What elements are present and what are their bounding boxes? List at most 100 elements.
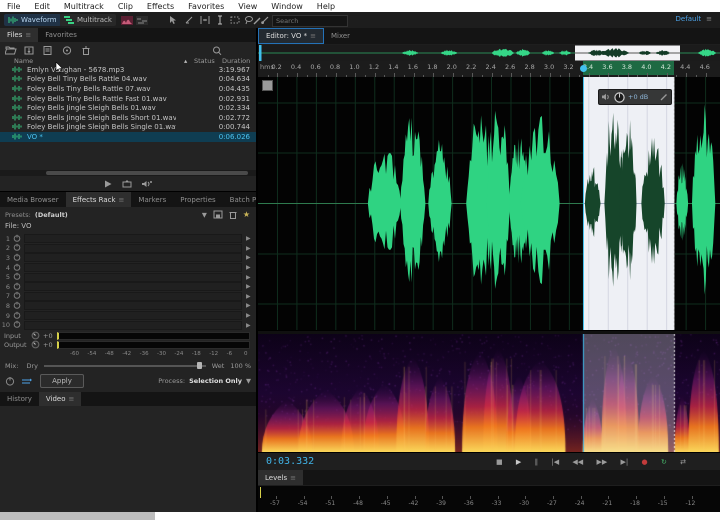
slot-bar[interactable] [24, 321, 242, 330]
menu-favorites[interactable]: Favorites [181, 2, 231, 11]
extract-audio-icon[interactable] [62, 46, 74, 55]
file-row[interactable]: VO *0:06.026 [0, 132, 256, 142]
slot-power-icon[interactable] [13, 253, 21, 263]
tab-levels[interactable]: Levels≡ [258, 470, 303, 485]
save-preset-icon[interactable] [213, 210, 223, 219]
slot-power-icon[interactable] [13, 263, 21, 273]
skip-forward-button[interactable]: ▶| [621, 458, 629, 466]
fast-forward-button[interactable]: ▶▶ [596, 458, 607, 466]
slot-arrow-icon[interactable]: ▶ [246, 235, 256, 242]
menu-window[interactable]: Window [264, 2, 310, 11]
auto-play-speaker-icon[interactable] [142, 180, 153, 188]
slot-bar[interactable] [24, 273, 242, 282]
panel-menu-icon[interactable]: ≡ [706, 15, 712, 23]
column-duration[interactable]: Duration [222, 57, 250, 65]
record-button[interactable]: ● [642, 458, 648, 466]
slot-bar[interactable] [24, 292, 242, 301]
delete-preset-icon[interactable] [228, 210, 238, 219]
tab-history[interactable]: History [0, 392, 39, 406]
slot-power-icon[interactable] [13, 320, 21, 330]
files-column-header[interactable]: Name ▴ Status Duration [0, 57, 256, 64]
tab-favorites[interactable]: Favorites [38, 28, 84, 42]
column-name[interactable]: Name [14, 57, 33, 65]
multitrack-view-button[interactable]: Multitrack [60, 14, 116, 26]
play-button[interactable]: ▶ [516, 458, 521, 466]
razor-tool-icon[interactable] [182, 15, 195, 25]
slot-bar[interactable] [24, 263, 242, 272]
volume-hud[interactable]: +0 dB [598, 89, 672, 105]
tab-properties[interactable]: Properties [173, 192, 222, 207]
slip-tool-icon[interactable] [198, 15, 211, 25]
spectral-pitch-display-icon[interactable] [135, 15, 148, 25]
slot-arrow-icon[interactable]: ▶ [246, 283, 256, 290]
slot-bar[interactable] [24, 244, 242, 253]
panel-menu-icon[interactable]: ≡ [310, 32, 316, 40]
panel-menu-icon[interactable]: ≡ [119, 196, 125, 204]
effect-slot[interactable]: 1▶ [0, 234, 256, 244]
scrollbar-thumb[interactable] [46, 171, 248, 175]
slot-power-icon[interactable] [13, 291, 21, 301]
move-tool-icon[interactable] [166, 15, 179, 25]
mix-slider[interactable] [44, 365, 206, 367]
panel-menu-icon[interactable]: ≡ [25, 31, 31, 39]
slot-arrow-icon[interactable]: ▶ [246, 293, 256, 300]
delete-icon[interactable] [81, 46, 93, 55]
effect-slot[interactable]: 6▶ [0, 282, 256, 292]
skip-back-button[interactable]: |◀ [551, 458, 559, 466]
waveform-view-button[interactable]: Waveform [4, 14, 61, 26]
slot-bar[interactable] [24, 234, 242, 243]
effect-slot[interactable]: 7▶ [0, 292, 256, 302]
menu-effects[interactable]: Effects [140, 2, 181, 11]
slot-power-icon[interactable] [13, 243, 21, 253]
slot-bar[interactable] [24, 311, 242, 320]
slot-arrow-icon[interactable]: ▶ [246, 274, 256, 281]
import-file-icon[interactable] [24, 46, 36, 55]
file-row[interactable]: Foley Bells Tiny Bells Rattle Fast 01.wa… [0, 94, 256, 104]
file-row[interactable]: Foley Bells Jingle Sleigh Bells Single 0… [0, 123, 256, 133]
slot-bar[interactable] [24, 282, 242, 291]
sort-indicator-icon[interactable]: ▴ [184, 57, 187, 65]
slot-power-icon[interactable] [13, 311, 21, 321]
search-input[interactable] [272, 15, 348, 27]
slot-arrow-icon[interactable]: ▶ [246, 264, 256, 271]
panel-menu-icon[interactable]: ≡ [69, 395, 75, 403]
menu-clip[interactable]: Clip [111, 2, 140, 11]
mix-slider-handle[interactable] [197, 362, 202, 369]
tab-editor-vo[interactable]: Editor: VO *≡ [258, 28, 324, 44]
paintbrush-tool-icon[interactable] [258, 15, 271, 25]
file-row[interactable]: Foley Bells Jingle Sleigh Bells Short 01… [0, 113, 256, 123]
stop-button[interactable]: ■ [496, 458, 503, 466]
tab-mixer[interactable]: Mixer [324, 28, 357, 44]
files-hscrollbar[interactable] [0, 170, 256, 176]
pause-button[interactable]: ∥ [535, 458, 539, 466]
menu-help[interactable]: Help [310, 2, 342, 11]
spectrogram-display[interactable] [258, 334, 720, 452]
play-icon[interactable] [104, 180, 112, 188]
panel-menu-icon[interactable]: ≡ [290, 474, 296, 482]
slot-power-icon[interactable] [13, 272, 21, 282]
tab-video[interactable]: Video≡ [39, 392, 82, 406]
slot-arrow-icon[interactable]: ▶ [246, 254, 256, 261]
workspace-switcher[interactable]: Default ≡ [676, 15, 712, 23]
slot-arrow-icon[interactable]: ▶ [246, 312, 256, 319]
process-dropdown-icon[interactable]: ▼ [246, 377, 256, 385]
rewind-button[interactable]: ◀◀ [572, 458, 583, 466]
menu-edit[interactable]: Edit [27, 2, 57, 11]
gain-knob-icon[interactable] [614, 92, 625, 103]
tab-media-browser[interactable]: Media Browser [0, 192, 66, 207]
effect-slot[interactable]: 5▶ [0, 272, 256, 282]
effect-slot[interactable]: 2▶ [0, 244, 256, 254]
waveform-overview[interactable] [258, 45, 720, 62]
edit-pencil-icon[interactable] [660, 93, 668, 101]
apply-button[interactable]: Apply [40, 374, 84, 388]
pre-post-toggle-icon[interactable] [21, 377, 32, 386]
slot-power-icon[interactable] [13, 282, 21, 292]
marquee-selection-tool-icon[interactable] [228, 15, 241, 25]
tab-effects-rack[interactable]: Effects Rack≡ [66, 192, 132, 207]
file-row[interactable]: Foley Bells Tiny Bells Rattle 07.wav0:04… [0, 84, 256, 94]
new-file-icon[interactable] [43, 46, 55, 55]
tab-markers[interactable]: Markers [131, 192, 173, 207]
menu-multitrack[interactable]: Multitrack [57, 2, 111, 11]
file-row[interactable]: Foley Bells Jingle Sleigh Bells 01.wav0:… [0, 103, 256, 113]
skip-selection-button[interactable]: ⇄ [680, 458, 686, 466]
